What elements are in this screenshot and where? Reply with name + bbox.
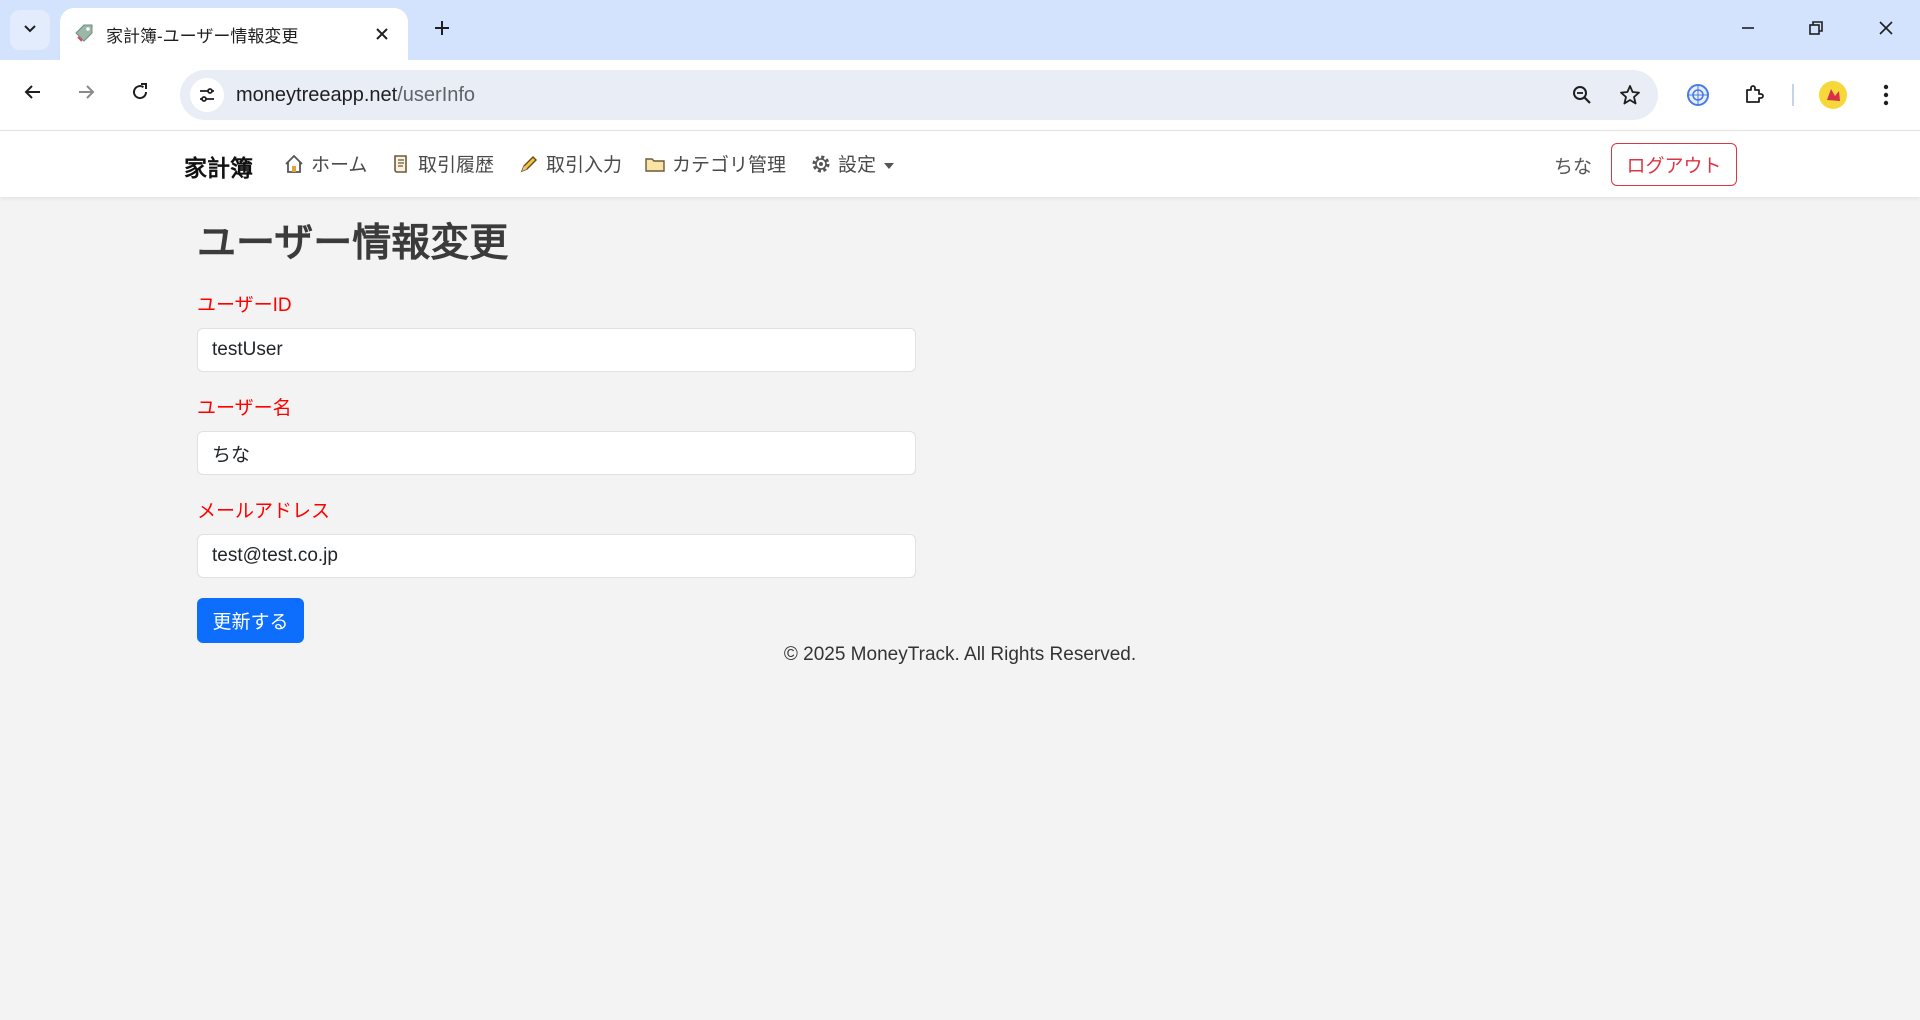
arrow-left-icon	[23, 82, 43, 107]
gear-icon	[810, 153, 832, 175]
caret-down-icon	[884, 153, 895, 175]
extensions-puzzle-icon[interactable]	[1734, 75, 1774, 115]
update-button[interactable]: 更新する	[197, 598, 304, 643]
pencil-icon	[518, 153, 540, 175]
price-tag-icon	[72, 22, 96, 46]
logout-button[interactable]: ログアウト	[1611, 143, 1737, 186]
nav-link-home[interactable]: ホーム	[283, 150, 367, 177]
minimize-button[interactable]	[1720, 8, 1776, 52]
browser-toolbar: moneytreeapp.net/userInfo	[0, 60, 1920, 131]
nav-link-label: 取引入力	[546, 155, 623, 176]
reload-icon	[130, 82, 150, 107]
folder-icon	[644, 153, 666, 175]
zoom-icon[interactable]	[1562, 75, 1602, 115]
email-label: メールアドレス	[197, 501, 331, 522]
address-bar[interactable]: moneytreeapp.net/userInfo	[180, 70, 1658, 120]
nav-link-settings-dropdown[interactable]: 設定	[810, 150, 895, 177]
url-path: /userInfo	[397, 83, 476, 106]
browser-tab-bar: 家計簿-ユーザー情報変更	[0, 0, 1920, 60]
nav-link-label: ホーム	[311, 155, 368, 176]
arrow-right-icon	[76, 82, 96, 107]
home-icon	[283, 153, 305, 175]
menu-kebab-icon[interactable]	[1866, 75, 1906, 115]
toolbar-separator	[1792, 84, 1794, 106]
new-tab-button[interactable]	[424, 12, 460, 48]
forward-button[interactable]	[66, 74, 106, 114]
current-user-name: ちな	[1554, 157, 1593, 178]
nav-link-entry[interactable]: 取引入力	[518, 150, 622, 177]
nav-link-label: 設定	[838, 155, 877, 176]
chevron-down-icon	[22, 20, 38, 41]
app-navbar: 家計簿 ホーム 取引履歴 取引入力 カテゴリ管理 設定 ちな ログアウト	[0, 131, 1920, 197]
footer-copyright: © 2025 MoneyTrack. All Rights Reserved.	[783, 644, 1137, 665]
nav-link-label: 取引履歴	[418, 155, 495, 176]
user-id-label: ユーザーID	[197, 295, 292, 316]
bookmark-star-icon[interactable]	[1610, 75, 1650, 115]
window-close-button[interactable]	[1858, 8, 1914, 52]
browser-tab-active[interactable]: 家計簿-ユーザー情報変更	[60, 8, 408, 60]
close-icon[interactable]	[368, 20, 396, 48]
site-info-icon[interactable]	[190, 78, 224, 112]
back-button[interactable]	[13, 74, 53, 114]
url-text: moneytreeapp.net/userInfo	[236, 84, 1562, 107]
user-name-label: ユーザー名	[197, 398, 292, 419]
reload-button[interactable]	[120, 74, 160, 114]
nav-link-history[interactable]: 取引履歴	[390, 150, 494, 177]
minimize-icon	[1740, 20, 1756, 41]
restore-icon	[1808, 20, 1824, 41]
tab-search-button[interactable]	[10, 10, 50, 50]
nav-link-category[interactable]: カテゴリ管理	[644, 150, 786, 177]
email-input[interactable]	[197, 534, 916, 578]
page-title: ユーザー情報変更	[197, 222, 509, 265]
nav-link-label: カテゴリ管理	[672, 155, 787, 176]
url-domain: moneytreeapp.net	[236, 83, 398, 106]
user-name-input[interactable]	[197, 431, 916, 475]
scroll-icon	[390, 153, 412, 175]
extension-globe-icon[interactable]	[1678, 75, 1718, 115]
tab-title: 家計簿-ユーザー情報変更	[106, 26, 299, 46]
plus-icon	[433, 19, 451, 42]
restore-button[interactable]	[1788, 8, 1844, 52]
brand-logo[interactable]: 家計簿	[184, 149, 253, 183]
close-icon	[1878, 20, 1894, 41]
user-id-input[interactable]	[197, 328, 916, 372]
profile-avatar[interactable]	[1813, 75, 1853, 115]
